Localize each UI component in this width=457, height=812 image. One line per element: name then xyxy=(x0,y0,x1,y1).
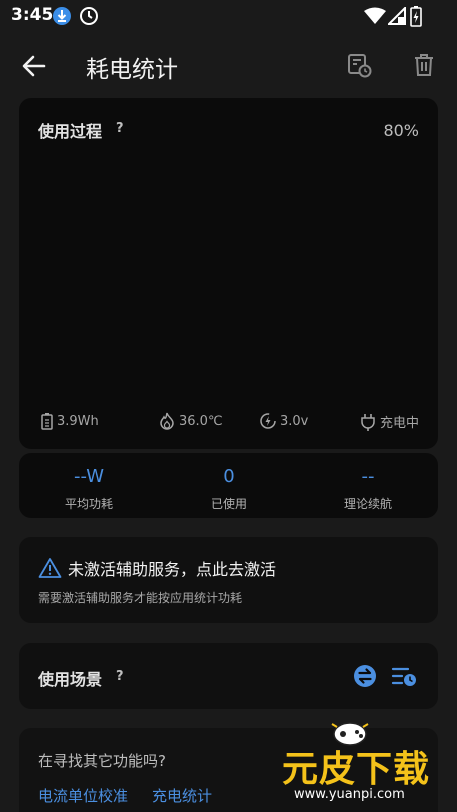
battery-percent: 80% xyxy=(383,121,419,140)
stat-endurance: -- 理论续航 xyxy=(298,467,438,512)
switch-mode-icon[interactable] xyxy=(353,664,377,688)
usage-scene-label: 使用场景 xyxy=(38,670,103,689)
do-not-disturb-icon xyxy=(80,7,98,25)
signal-icon xyxy=(388,7,406,25)
temperature-metric: 36.0℃ xyxy=(158,412,223,430)
capacity-value: 3.9Wh xyxy=(57,413,99,429)
watermark-brand: 元皮下载 xyxy=(282,749,431,790)
plug-icon xyxy=(361,413,375,431)
wifi-icon xyxy=(364,7,386,24)
charging-status: 充电中 xyxy=(380,416,420,431)
stat-average-power: --W 平均功耗 xyxy=(19,467,159,512)
usage-scene-card: 使用场景 ? xyxy=(19,643,438,709)
battery-charging-icon xyxy=(410,6,422,27)
charging-stats-link[interactable]: 充电统计 xyxy=(152,785,212,806)
back-arrow-icon[interactable] xyxy=(18,50,50,82)
stat-value: --W xyxy=(73,466,105,487)
more-features-question: 在寻找其它功能吗? xyxy=(38,752,166,770)
download-icon xyxy=(53,7,71,25)
charging-metric: 充电中 xyxy=(359,412,419,431)
history-icon[interactable] xyxy=(345,51,373,79)
stat-value: -- xyxy=(361,466,375,487)
stat-label: 理论续航 xyxy=(343,497,392,511)
scene-help-icon[interactable]: ? xyxy=(116,669,124,684)
stat-used: 0 已使用 xyxy=(159,467,299,512)
feature-links: 电流单位校准 充电统计 xyxy=(38,785,236,806)
schedule-list-icon[interactable] xyxy=(391,664,417,688)
accessibility-warning-card[interactable]: 未激活辅助服务，点此去激活 需要激活辅助服务才能按应用统计功耗 xyxy=(19,537,438,623)
warning-header: 未激活辅助服务，点此去激活 xyxy=(38,556,276,580)
status-time: 3:45 xyxy=(11,5,54,25)
trash-icon[interactable] xyxy=(410,51,438,79)
warning-title: 未激活辅助服务，点此去激活 xyxy=(68,560,277,579)
usage-help-icon[interactable]: ? xyxy=(116,121,124,136)
voltage-icon xyxy=(260,413,276,429)
warning-subtitle: 需要激活辅助服务才能按应用统计功耗 xyxy=(38,591,243,605)
voltage-value: 3.0v xyxy=(280,413,309,429)
power-stats-card: --W 平均功耗 0 已使用 -- 理论续航 xyxy=(19,453,438,518)
battery-outline-icon xyxy=(41,413,53,430)
stat-value: 0 xyxy=(223,466,235,487)
temperature-value: 36.0℃ xyxy=(179,413,223,429)
watermark-url: www.yuanpi.com xyxy=(294,787,405,802)
usage-process-card: 使用过程 ? 80% 3.9Wh 36.0℃ 3.0v 充电中 xyxy=(19,98,438,449)
stat-label: 平均功耗 xyxy=(64,497,113,511)
warning-icon xyxy=(38,558,62,578)
page-title: 耗电统计 xyxy=(86,57,178,83)
watermark-overlay: 元皮下载 www.yuanpi.com xyxy=(272,716,457,812)
flame-icon xyxy=(160,412,174,430)
capacity-metric: 3.9Wh xyxy=(40,412,99,430)
app-bar: 耗电统计 xyxy=(0,40,457,90)
usage-process-label: 使用过程 xyxy=(38,122,103,141)
voltage-metric: 3.0v xyxy=(259,412,308,430)
status-bar: 3:45 xyxy=(0,0,457,32)
stat-label: 已使用 xyxy=(210,497,247,511)
current-unit-calibration-link[interactable]: 电流单位校准 xyxy=(38,785,128,806)
